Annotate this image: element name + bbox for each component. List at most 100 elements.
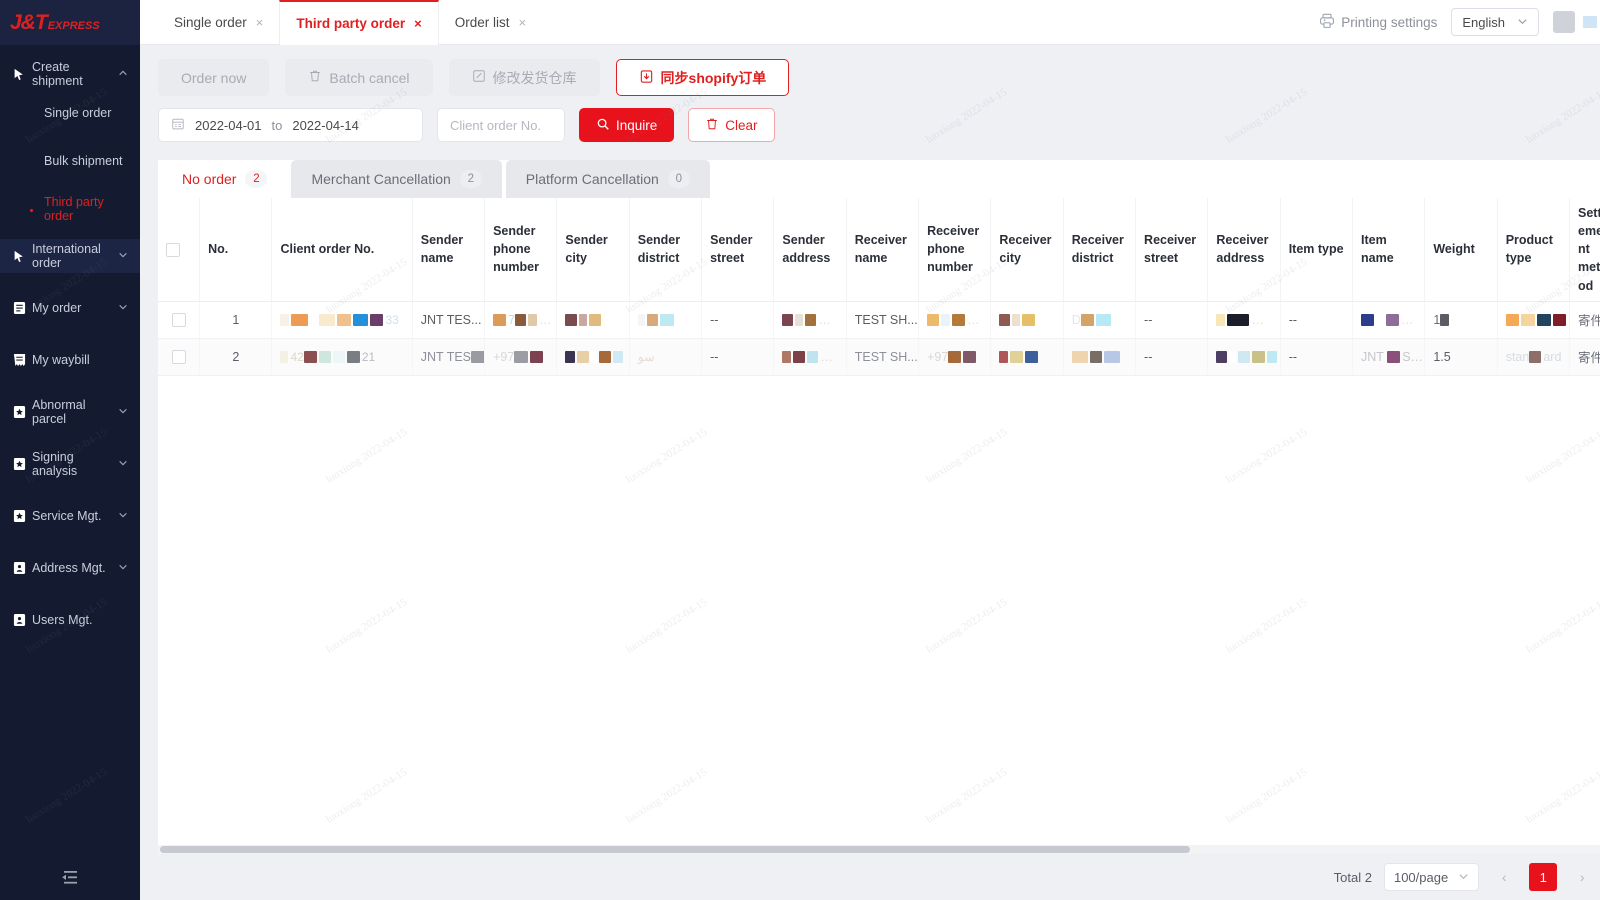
tab-platform-cancellation[interactable]: Platform Cancellation 0: [505, 160, 710, 198]
avatar: [1553, 11, 1575, 33]
sidebar-item-bulk-shipment[interactable]: Bulk shipment: [0, 147, 140, 177]
prev-page-button[interactable]: ‹: [1491, 864, 1517, 890]
cell-sender-phone: 7…: [484, 301, 558, 339]
brand-logo[interactable]: J&T EXPRESS: [0, 0, 140, 45]
scrollbar-thumb[interactable]: [160, 846, 1190, 853]
sidebar-item-international-order[interactable]: International order: [0, 239, 140, 273]
waybill-icon: [10, 353, 28, 367]
close-icon[interactable]: ×: [256, 15, 264, 30]
date-from-value[interactable]: 2022-04-01: [195, 118, 262, 133]
cell-weight: 1.5: [1424, 338, 1498, 376]
cell-item-name: JNT S…: [1352, 338, 1426, 376]
sidebar-subitem-label: Bulk shipment: [44, 154, 123, 169]
sidebar-item-label: Abnormal parcel: [32, 397, 86, 426]
sync-shopify-orders-label: 同步shopify订单: [660, 69, 767, 86]
cell-receiver-address: …: [1207, 301, 1281, 339]
sync-shopify-orders-button[interactable]: 同步shopify订单: [615, 59, 790, 96]
tab-label: Third party order: [296, 16, 406, 31]
date-range-picker[interactable]: 2022-04-01 to 2022-04-14: [158, 108, 423, 142]
sidebar-item-label: Create shipment: [32, 59, 83, 88]
collapse-sidebar-icon: [60, 869, 80, 889]
sidebar-item-third-party-order[interactable]: Third party order: [0, 195, 140, 225]
tab-merchant-cancellation[interactable]: Merchant Cancellation 2: [291, 160, 502, 198]
batch-cancel-label: Batch cancel: [329, 69, 410, 86]
sidebar-item-label: Address Mgt.: [32, 560, 106, 575]
cell-settlement-method: 寄件: [1569, 338, 1600, 376]
search-icon: [596, 117, 610, 134]
logo-main-text: J&T: [10, 10, 48, 34]
sidebar-collapse-button[interactable]: [0, 858, 140, 900]
filter-row: 2022-04-01 to 2022-04-14 Inquire Clear: [158, 108, 1600, 142]
sidebar-item-users-mgt[interactable]: Users Mgt.: [0, 603, 140, 637]
cell-receiver-street: --: [1135, 301, 1209, 339]
sidebar-item-my-waybill[interactable]: My waybill: [0, 343, 140, 377]
sidebar-item-label: Signing analysis: [32, 449, 78, 478]
cell-weight: 1: [1424, 301, 1498, 339]
modify-warehouse-button[interactable]: 修改发货仓库: [448, 59, 600, 96]
order-now-button[interactable]: Order now: [158, 59, 270, 96]
table-row[interactable]: 1 33 JNT TES... 7… -- … TEST SH... … D -…: [158, 301, 1600, 339]
next-page-button[interactable]: ›: [1569, 864, 1595, 890]
date-to-value[interactable]: 2022-04-14: [292, 118, 359, 133]
orders-table-scroll[interactable]: No. Client order No. Sender name Sender …: [158, 198, 1600, 845]
tab-order-list[interactable]: Order list ×: [439, 0, 542, 45]
row-checkbox[interactable]: [171, 349, 186, 364]
client-order-no-input[interactable]: [437, 108, 565, 142]
tab-single-order[interactable]: Single order ×: [158, 0, 279, 45]
header-item-name: Item name: [1352, 198, 1426, 302]
tab-no-order[interactable]: No order 2: [162, 160, 288, 198]
sidebar-subitem-label: Third party order: [44, 195, 104, 223]
cell-sender-street: --: [701, 301, 775, 339]
cell-item-type: --: [1280, 301, 1354, 339]
user-menu[interactable]: [1553, 11, 1600, 33]
sidebar-item-abnormal-parcel[interactable]: Abnormal parcel: [0, 395, 140, 429]
cursor-icon: [10, 68, 28, 81]
chevron-down-icon: [118, 457, 130, 471]
batch-cancel-button[interactable]: Batch cancel: [285, 59, 433, 96]
inquire-button[interactable]: Inquire: [579, 108, 675, 142]
chevron-down-icon: [1517, 15, 1528, 30]
sidebar-submenu-create-shipment: Single order Bulk shipment Third party o…: [0, 99, 140, 239]
order-icon: [10, 301, 28, 315]
language-selector[interactable]: English: [1451, 8, 1539, 36]
close-icon[interactable]: ×: [414, 16, 422, 31]
header-product-type: Product type: [1497, 198, 1571, 302]
printing-settings-button[interactable]: Printing settings: [1319, 13, 1437, 32]
header-sender-district: Sender district: [629, 198, 703, 302]
horizontal-scrollbar[interactable]: [158, 845, 1600, 854]
cell-product-type: [1497, 301, 1571, 339]
sidebar: J&T EXPRESS Create shipment Single order: [0, 0, 140, 900]
tab-platform-cancellation-label: Platform Cancellation: [525, 171, 659, 187]
header-receiver-address: Receiver address: [1207, 198, 1281, 302]
chevron-down-icon: [118, 405, 130, 419]
sidebar-item-service-mgt[interactable]: Service Mgt.: [0, 499, 140, 533]
inquire-label: Inquire: [616, 117, 658, 133]
cell-receiver-name: TEST SH...: [846, 338, 920, 376]
header-receiver-city: Receiver city: [990, 198, 1064, 302]
date-range-separator: to: [271, 117, 283, 133]
header-sender-phone: Sender phone number: [484, 198, 558, 302]
row-select-cell: [158, 338, 201, 376]
header-receiver-street: Receiver street: [1135, 198, 1209, 302]
status-tabs: No order 2 Merchant Cancellation 2 Platf…: [158, 160, 1600, 198]
printing-settings-label: Printing settings: [1341, 14, 1438, 30]
page-size-selector[interactable]: 100/page: [1383, 863, 1480, 891]
sidebar-item-address-mgt[interactable]: Address Mgt.: [0, 551, 140, 585]
cell-sender-address: …: [773, 301, 847, 339]
sidebar-item-create-shipment[interactable]: Create shipment: [0, 57, 140, 91]
sidebar-item-signing-analysis[interactable]: Signing analysis: [0, 447, 140, 481]
chevron-up-icon: [118, 67, 130, 81]
table-row[interactable]: 2 42 21 JNT TES +97 سو -- … TEST SH... +…: [158, 338, 1600, 376]
sidebar-item-single-order[interactable]: Single order: [0, 99, 140, 129]
row-checkbox[interactable]: [171, 312, 186, 327]
close-icon[interactable]: ×: [519, 15, 527, 30]
sidebar-item-my-order[interactable]: My order: [0, 291, 140, 325]
clear-button[interactable]: Clear: [688, 108, 775, 142]
page-number-1[interactable]: 1: [1529, 863, 1558, 891]
sidebar-subitem-label: Single order: [44, 106, 112, 121]
select-all-checkbox[interactable]: [166, 242, 180, 257]
tab-label: Single order: [174, 15, 247, 30]
tab-third-party-order[interactable]: Third party order ×: [279, 0, 439, 45]
language-label: English: [1462, 14, 1505, 30]
trash-icon: [308, 69, 322, 86]
